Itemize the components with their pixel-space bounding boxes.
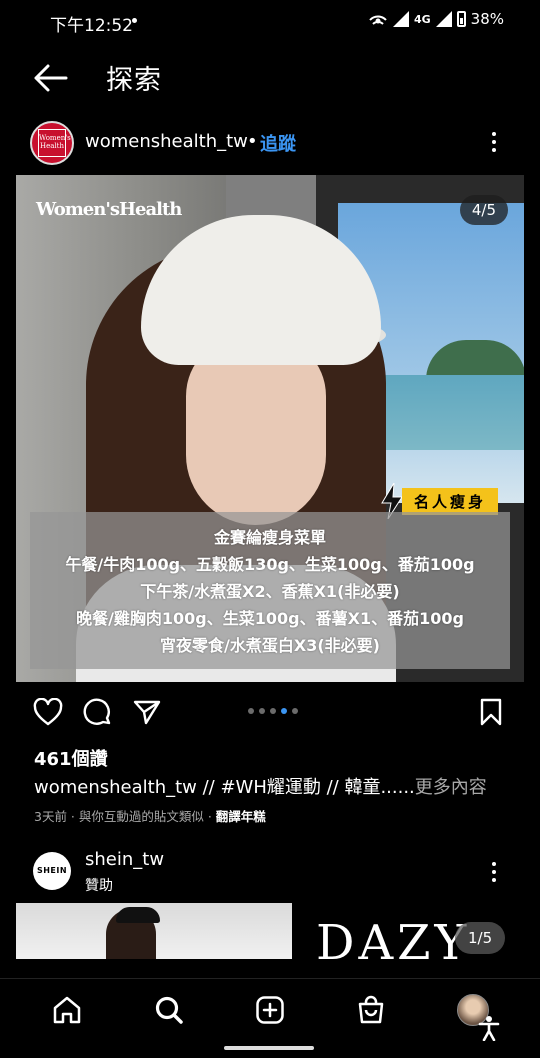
post-username[interactable]: shein_tw (85, 849, 164, 870)
follow-button[interactable]: 追蹤 (260, 130, 296, 156)
avatar[interactable]: SHEIN (33, 852, 71, 890)
post-username[interactable]: womenshealth_tw (85, 131, 248, 152)
separator-dot: • (247, 131, 258, 152)
carousel-dot (248, 708, 254, 714)
diet-menu-box: 金賽綸瘦身菜單 午餐/牛肉100g、五穀飯130g、生菜100g、番茄100g … (30, 512, 510, 669)
menu-line: 下午茶/水煮蛋X2、香蕉X1(非必要) (140, 582, 400, 601)
carousel-dot-active (281, 708, 287, 714)
bookmark-icon[interactable] (480, 698, 502, 726)
comment-icon[interactable] (83, 698, 113, 728)
status-time: 下午12:52 (50, 16, 133, 36)
menu-line: 宵夜零食/水煮蛋白X3(非必要) (160, 636, 380, 655)
carousel-dot (270, 708, 276, 714)
badge-label: 名人瘦身 (402, 487, 499, 515)
post-caption: womenshealth_tw // #WH耀運動 // 韓童......更多內… (34, 773, 487, 799)
category-badge: 名人瘦身 (380, 483, 499, 519)
network-type: 4G (413, 12, 431, 26)
menu-line: 晚餐/雞胸肉100g、生菜100g、番薯X1、番茄100g (76, 609, 464, 628)
post-image[interactable]: Women'sHealth 4/5 名人瘦身 金賽綸瘦身菜單 午餐/牛肉100g… (16, 175, 524, 682)
sponsored-post-header: SHEIN shein_tw 贊助 (0, 845, 540, 900)
brand-watermark: Women'sHealth (36, 199, 182, 220)
post-meta: 3天前 · 與你互動過的貼文類似 · 翻譯年糕 (34, 806, 266, 825)
status-bar: 下午12:52 4G 38% (0, 0, 540, 42)
more-options-icon[interactable] (491, 862, 497, 884)
ad-brand-text: DAZY (316, 915, 471, 959)
menu-title: 金賽綸瘦身菜單 (213, 528, 326, 547)
ad-model-cap (116, 907, 160, 923)
home-indicator[interactable] (224, 1046, 314, 1050)
search-icon[interactable] (154, 995, 184, 1025)
carousel-dots (248, 708, 298, 714)
carousel-dot (259, 708, 265, 714)
sponsored-label: 贊助 (85, 878, 113, 894)
avatar[interactable]: Women's Health (30, 121, 74, 165)
hotspot-icon (369, 15, 387, 25)
accessibility-icon[interactable] (478, 1015, 500, 1041)
womens-health-logo: Women's Health (38, 129, 71, 157)
arrow-left-icon[interactable] (30, 60, 70, 96)
caption-text: // #WH耀運動 // 韓童...... (196, 777, 415, 798)
status-icons: 4G 38% (368, 10, 504, 28)
translate-link[interactable]: 翻譯年糕 (216, 809, 266, 824)
heart-icon[interactable] (33, 698, 63, 726)
post-header: Women's Health womenshealth_tw • 追蹤 (0, 118, 540, 168)
post-actions (0, 690, 540, 734)
shop-icon[interactable] (357, 995, 385, 1025)
battery-icon (456, 11, 466, 27)
signal-icon-2 (435, 11, 452, 27)
battery-percent: 38% (470, 10, 504, 28)
carousel-counter: 1/5 (455, 922, 506, 954)
menu-line: 午餐/牛肉100g、五穀飯130g、生菜100g、番茄100g (65, 555, 475, 574)
more-options-icon[interactable] (491, 132, 497, 154)
meta-text: 3天前 · 與你互動過的貼文類似 · (34, 809, 216, 824)
notification-dot (132, 18, 137, 23)
caption-username[interactable]: womenshealth_tw (34, 777, 197, 798)
page-title: 探索 (106, 65, 162, 96)
like-count[interactable]: 461個讚 (34, 745, 108, 771)
carousel-counter: 4/5 (459, 195, 508, 225)
signal-icon (392, 11, 409, 27)
carousel-dot (292, 708, 298, 714)
share-icon[interactable] (133, 699, 161, 725)
top-bar: 探索 (0, 48, 540, 106)
sponsored-post-image[interactable]: DAZY (16, 903, 524, 959)
home-icon[interactable] (52, 995, 82, 1025)
more-link[interactable]: 更多內容 (415, 777, 487, 798)
create-icon[interactable] (255, 995, 285, 1025)
